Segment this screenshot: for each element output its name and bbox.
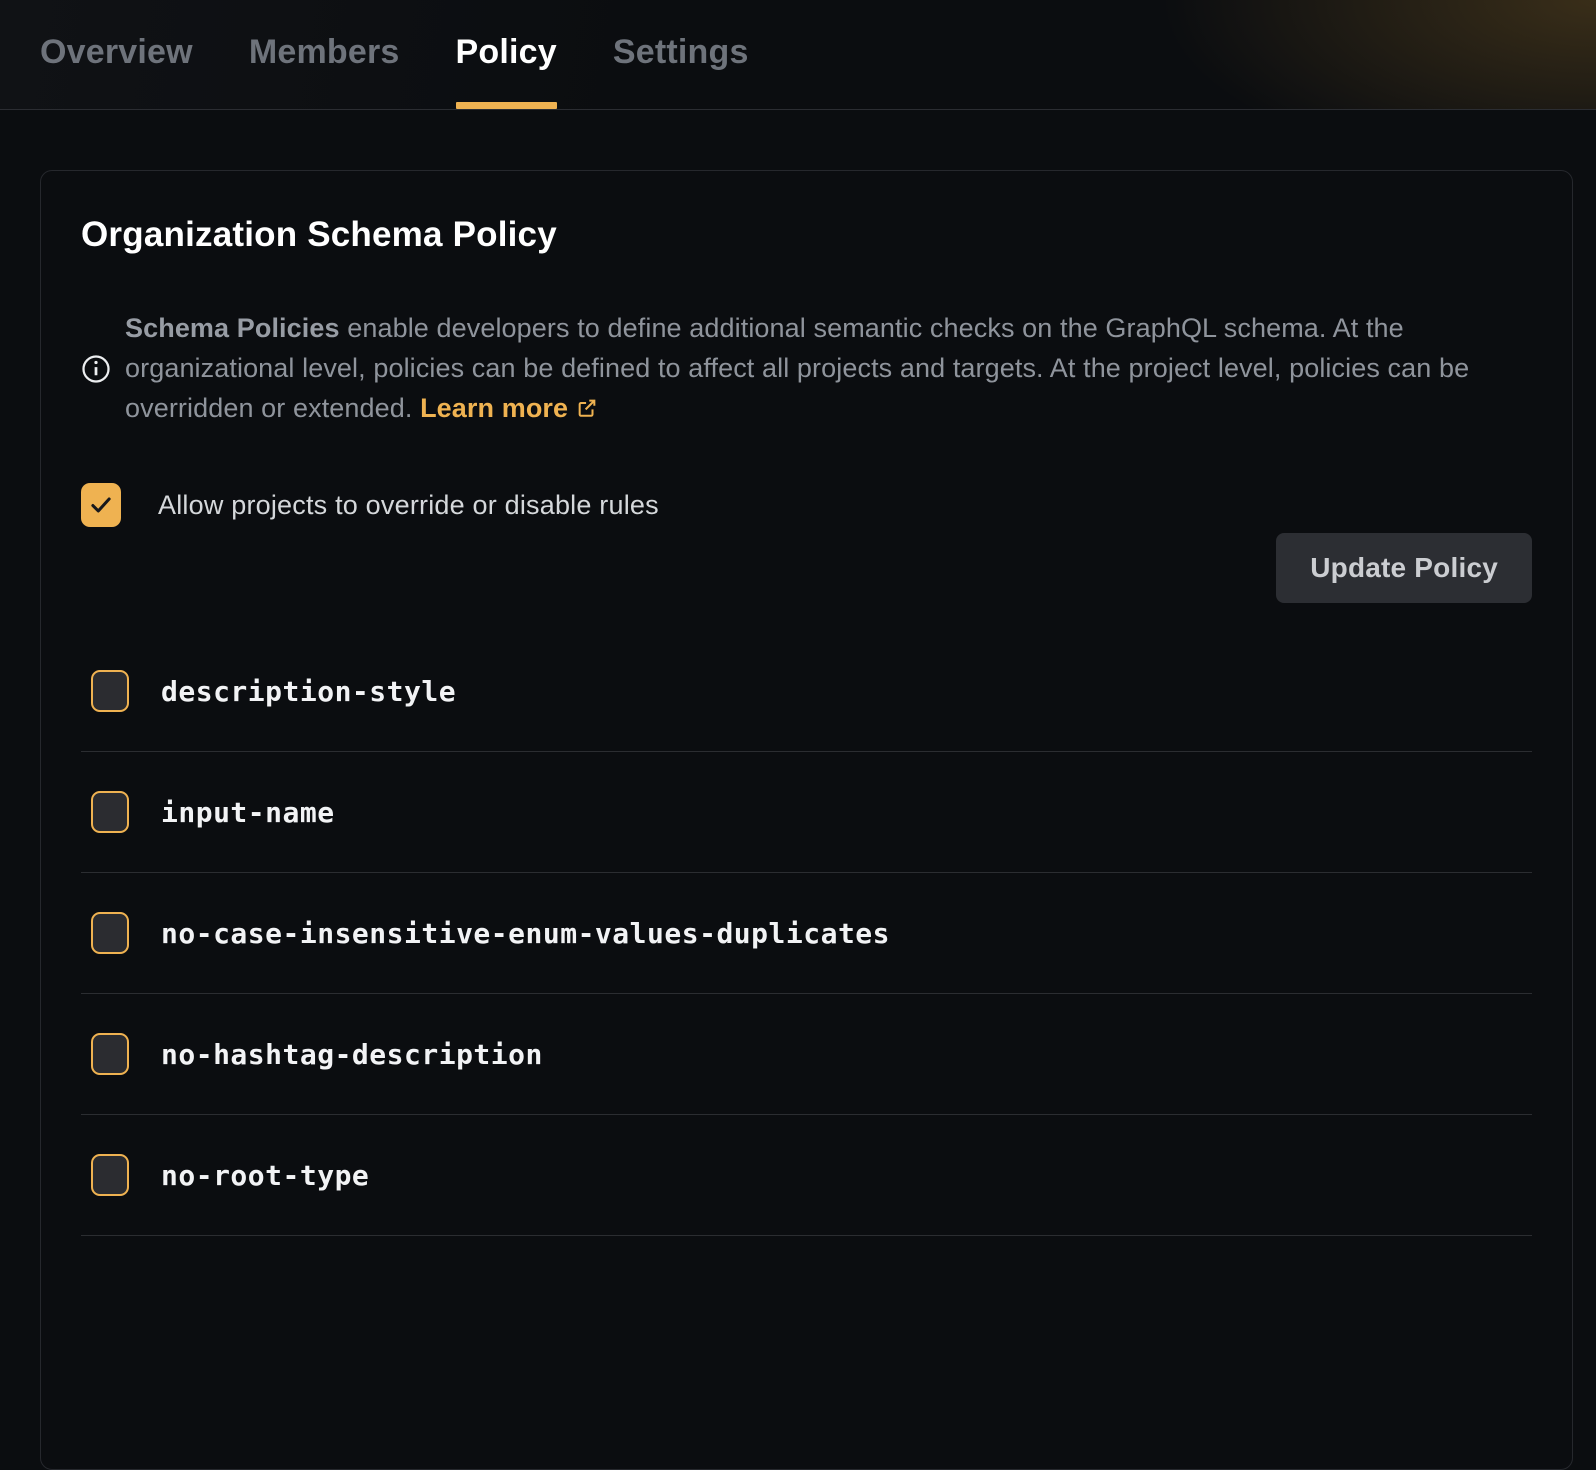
rule-checkbox[interactable] (91, 1033, 129, 1075)
rule-checkbox[interactable] (91, 791, 129, 833)
rule-checkbox[interactable] (91, 912, 129, 954)
tab-policy[interactable]: Policy (456, 0, 557, 109)
top-nav: Overview Members Policy Settings (0, 0, 1596, 110)
rule-row: no-hashtag-description (81, 994, 1532, 1115)
page-title: Organization Schema Policy (81, 215, 1532, 255)
rule-row: description-style (81, 631, 1532, 752)
tab-overview[interactable]: Overview (40, 0, 193, 109)
tab-members-label: Members (249, 33, 400, 72)
info-icon (81, 354, 111, 384)
policy-description-text: Schema Policies enable developers to def… (125, 308, 1532, 430)
external-link-icon (576, 390, 598, 430)
tab-bar: Overview Members Policy Settings (40, 0, 749, 109)
allow-override-checkbox[interactable] (81, 483, 121, 527)
rule-name-label: no-hashtag-description (161, 1038, 543, 1071)
allow-override-label: Allow projects to override or disable ru… (158, 490, 659, 521)
rule-checkbox[interactable] (91, 1154, 129, 1196)
rule-name-label: no-root-type (161, 1159, 369, 1192)
tab-policy-label: Policy (456, 33, 557, 72)
rule-name-label: input-name (161, 796, 335, 829)
rule-checkbox[interactable] (91, 670, 129, 712)
policy-card: Organization Schema Policy Schema Polici… (40, 170, 1573, 1470)
tab-members[interactable]: Members (249, 0, 400, 109)
rule-name-label: no-case-insensitive-enum-values-duplicat… (161, 917, 890, 950)
rule-row: input-name (81, 752, 1532, 873)
tab-settings-label: Settings (613, 33, 749, 72)
rule-row: no-case-insensitive-enum-values-duplicat… (81, 873, 1532, 994)
description-bold: Schema Policies (125, 313, 340, 343)
learn-more-link[interactable]: Learn more (420, 393, 568, 423)
tab-settings[interactable]: Settings (613, 0, 749, 109)
update-policy-button[interactable]: Update Policy (1276, 533, 1532, 603)
allow-override-row[interactable]: Allow projects to override or disable ru… (81, 483, 659, 527)
policy-description: Schema Policies enable developers to def… (81, 281, 1532, 457)
rule-name-label: description-style (161, 675, 456, 708)
rule-row: no-root-type (81, 1115, 1532, 1236)
rules-list: description-style input-name no-case-ins… (81, 631, 1532, 1236)
tab-overview-label: Overview (40, 33, 193, 72)
